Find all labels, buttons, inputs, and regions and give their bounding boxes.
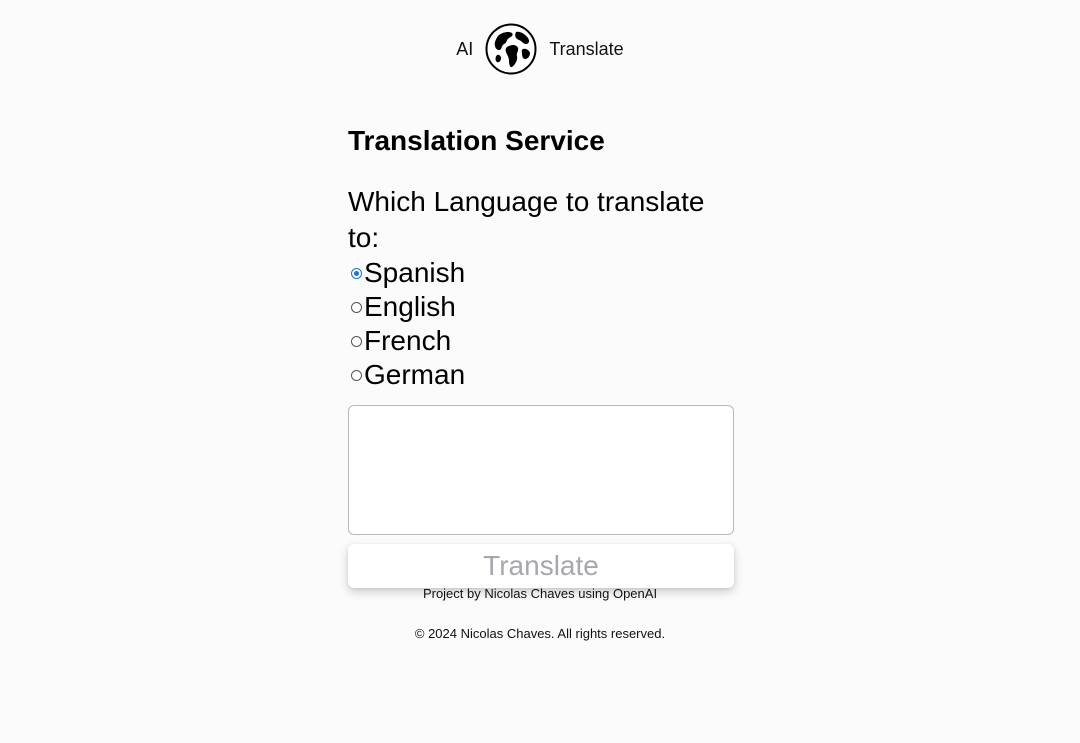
page: AI Translate Translation Service Which L…	[0, 0, 1080, 743]
language-label: English	[364, 291, 456, 322]
radio-button-french[interactable]	[351, 335, 362, 347]
language-label: German	[364, 359, 466, 390]
site-header: AI Translate	[0, 22, 1080, 76]
globe-icon	[485, 23, 537, 75]
radio-button-english[interactable]	[351, 301, 362, 313]
language-option-french[interactable]: French	[348, 324, 734, 358]
page-title: Translation Service	[348, 125, 605, 156]
radio-button-spanish[interactable]	[351, 267, 362, 279]
text-to-translate-input[interactable]	[348, 405, 734, 535]
language-label: Spanish	[364, 257, 466, 288]
header-word-ai: AI	[456, 38, 474, 59]
footer-copyright: © 2024 Nicolas Chaves. All rights reserv…	[414, 626, 666, 641]
translate-button[interactable]: Translate	[348, 544, 734, 588]
language-question: Which Language to translate to:	[348, 186, 705, 253]
footer-credit: Project by Nicolas Chaves using OpenAI	[422, 586, 658, 601]
language-option-german[interactable]: German	[348, 358, 734, 392]
header-word-translate: Translate	[549, 38, 624, 59]
language-radio-group: Spanish English French German	[348, 256, 734, 392]
language-label: French	[364, 325, 452, 356]
translation-form: Translation Service Which Language to tr…	[348, 118, 734, 588]
radio-button-german[interactable]	[351, 369, 362, 381]
language-option-spanish[interactable]: Spanish	[348, 256, 734, 290]
language-option-english[interactable]: English	[348, 290, 734, 324]
